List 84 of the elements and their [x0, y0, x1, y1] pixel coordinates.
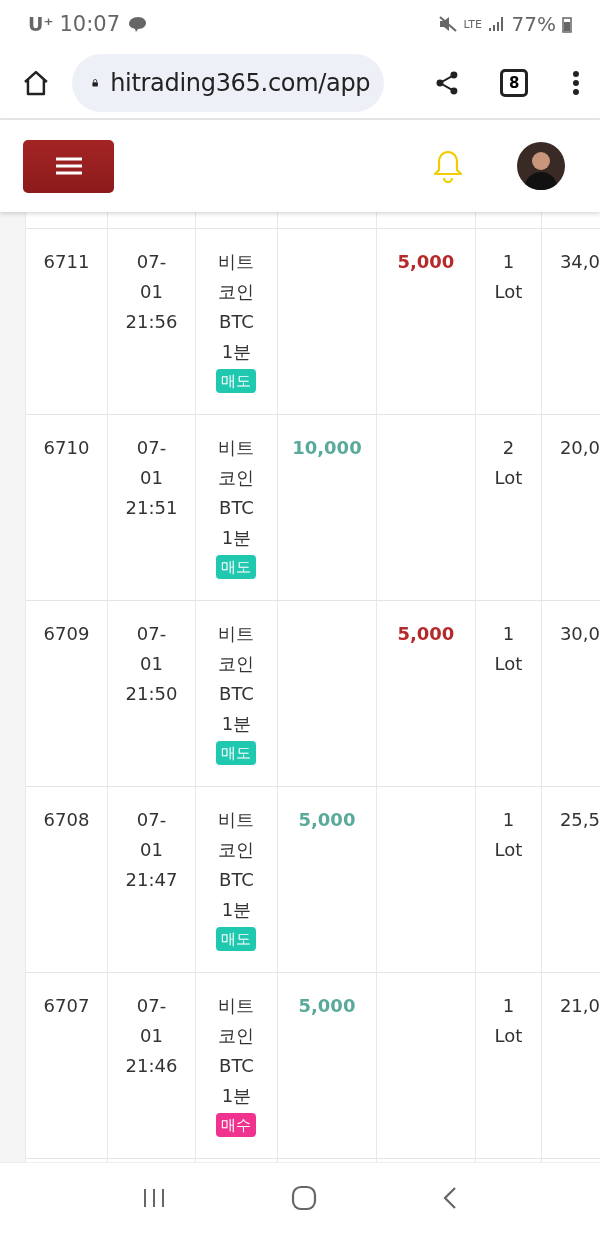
symbol-text: 1분	[221, 898, 252, 922]
tab-count[interactable]: 8	[500, 69, 529, 97]
symbol-text: 비트	[218, 250, 255, 274]
price-text: 34,0	[559, 250, 600, 274]
signal-icon	[487, 15, 506, 33]
side-tag: 매도	[216, 555, 257, 579]
date-text: 07-	[136, 250, 167, 274]
date-text: 07-	[136, 622, 167, 646]
price-text: 30,0	[559, 622, 600, 646]
symbol-text: BTC	[219, 496, 254, 520]
battery-icon	[562, 15, 572, 33]
menu-button[interactable]	[23, 139, 114, 193]
lot-count: 1	[502, 808, 515, 832]
symbol-text: 코인	[218, 652, 255, 676]
amount-text: 5,000	[298, 808, 356, 832]
amount-text: 5,000	[397, 250, 455, 274]
lot-count: 1	[502, 250, 515, 274]
symbol-text: 코인	[218, 466, 255, 490]
symbol-text: 1분	[221, 1084, 252, 1108]
side-tag: 매도	[216, 369, 257, 393]
menu-icon	[54, 156, 83, 176]
date-text: 01	[140, 838, 163, 862]
url-text: hitrading365.com/app	[110, 69, 371, 97]
lot-unit: Lot	[494, 466, 523, 490]
lot-count: 2	[502, 436, 515, 460]
symbol-text: 코인	[218, 280, 255, 304]
lot-unit: Lot	[494, 838, 523, 862]
symbol-text: 코인	[218, 1024, 255, 1048]
time-text: 21:56	[125, 310, 178, 334]
date-text: 01	[140, 466, 163, 490]
symbol-text: 코인	[218, 838, 255, 862]
symbol-text: BTC	[219, 310, 254, 334]
price-text: 20,0	[559, 436, 600, 460]
chat-icon	[126, 15, 148, 33]
lot-count: 1	[502, 994, 515, 1018]
symbol-text: BTC	[219, 682, 254, 706]
symbol-text: BTC	[219, 868, 254, 892]
lot-unit: Lot	[494, 280, 523, 304]
amount-text: 5,000	[397, 622, 455, 646]
mute-icon	[437, 15, 458, 33]
address-bar[interactable]: hitrading365.com/app	[71, 54, 385, 112]
more-icon[interactable]	[572, 70, 580, 96]
clock: 10:07	[59, 12, 120, 36]
home-icon[interactable]	[22, 69, 50, 97]
symbol-text: 비트	[218, 622, 255, 646]
network-label: LTE	[463, 18, 482, 30]
symbol-text: BTC	[219, 1054, 254, 1078]
side-tag: 매도	[216, 741, 257, 765]
date-text: 07-	[136, 994, 167, 1018]
home-button-icon[interactable]	[291, 1185, 317, 1211]
carrier-label: U⁺	[28, 13, 54, 35]
amount-text: 10,000	[292, 436, 362, 460]
lot-count: 1	[502, 622, 515, 646]
date-text: 01	[140, 652, 163, 676]
symbol-text: 비트	[218, 994, 255, 1018]
price-text: 21,0	[559, 994, 600, 1018]
price-text: 25,5	[559, 808, 600, 832]
order-number: 6711	[43, 250, 90, 274]
avatar[interactable]	[517, 142, 565, 190]
date-text: 07-	[136, 808, 167, 832]
symbol-text: 비트	[218, 808, 255, 832]
order-number: 6708	[43, 808, 90, 832]
back-icon[interactable]	[441, 1186, 458, 1210]
time-text: 21:46	[125, 1054, 178, 1078]
date-text: 01	[140, 1024, 163, 1048]
lot-unit: Lot	[494, 652, 523, 676]
order-number: 6710	[43, 436, 90, 460]
time-text: 21:50	[125, 682, 178, 706]
date-text: 01	[140, 280, 163, 304]
symbol-text: 비트	[218, 436, 255, 460]
order-number: 6709	[43, 622, 90, 646]
date-text: 07-	[136, 436, 167, 460]
battery-level: 77%	[511, 12, 556, 36]
amount-text: 5,000	[298, 994, 356, 1018]
symbol-text: 1분	[221, 340, 252, 364]
side-tag: 매수	[216, 1113, 257, 1137]
time-text: 21:51	[125, 496, 178, 520]
recent-apps-icon[interactable]	[142, 1187, 167, 1209]
symbol-text: 1분	[221, 712, 252, 736]
side-tag: 매도	[216, 927, 257, 951]
symbol-text: 1분	[221, 526, 252, 550]
order-number: 6707	[43, 994, 90, 1018]
time-text: 21:47	[125, 868, 178, 892]
lot-unit: Lot	[494, 1024, 523, 1048]
